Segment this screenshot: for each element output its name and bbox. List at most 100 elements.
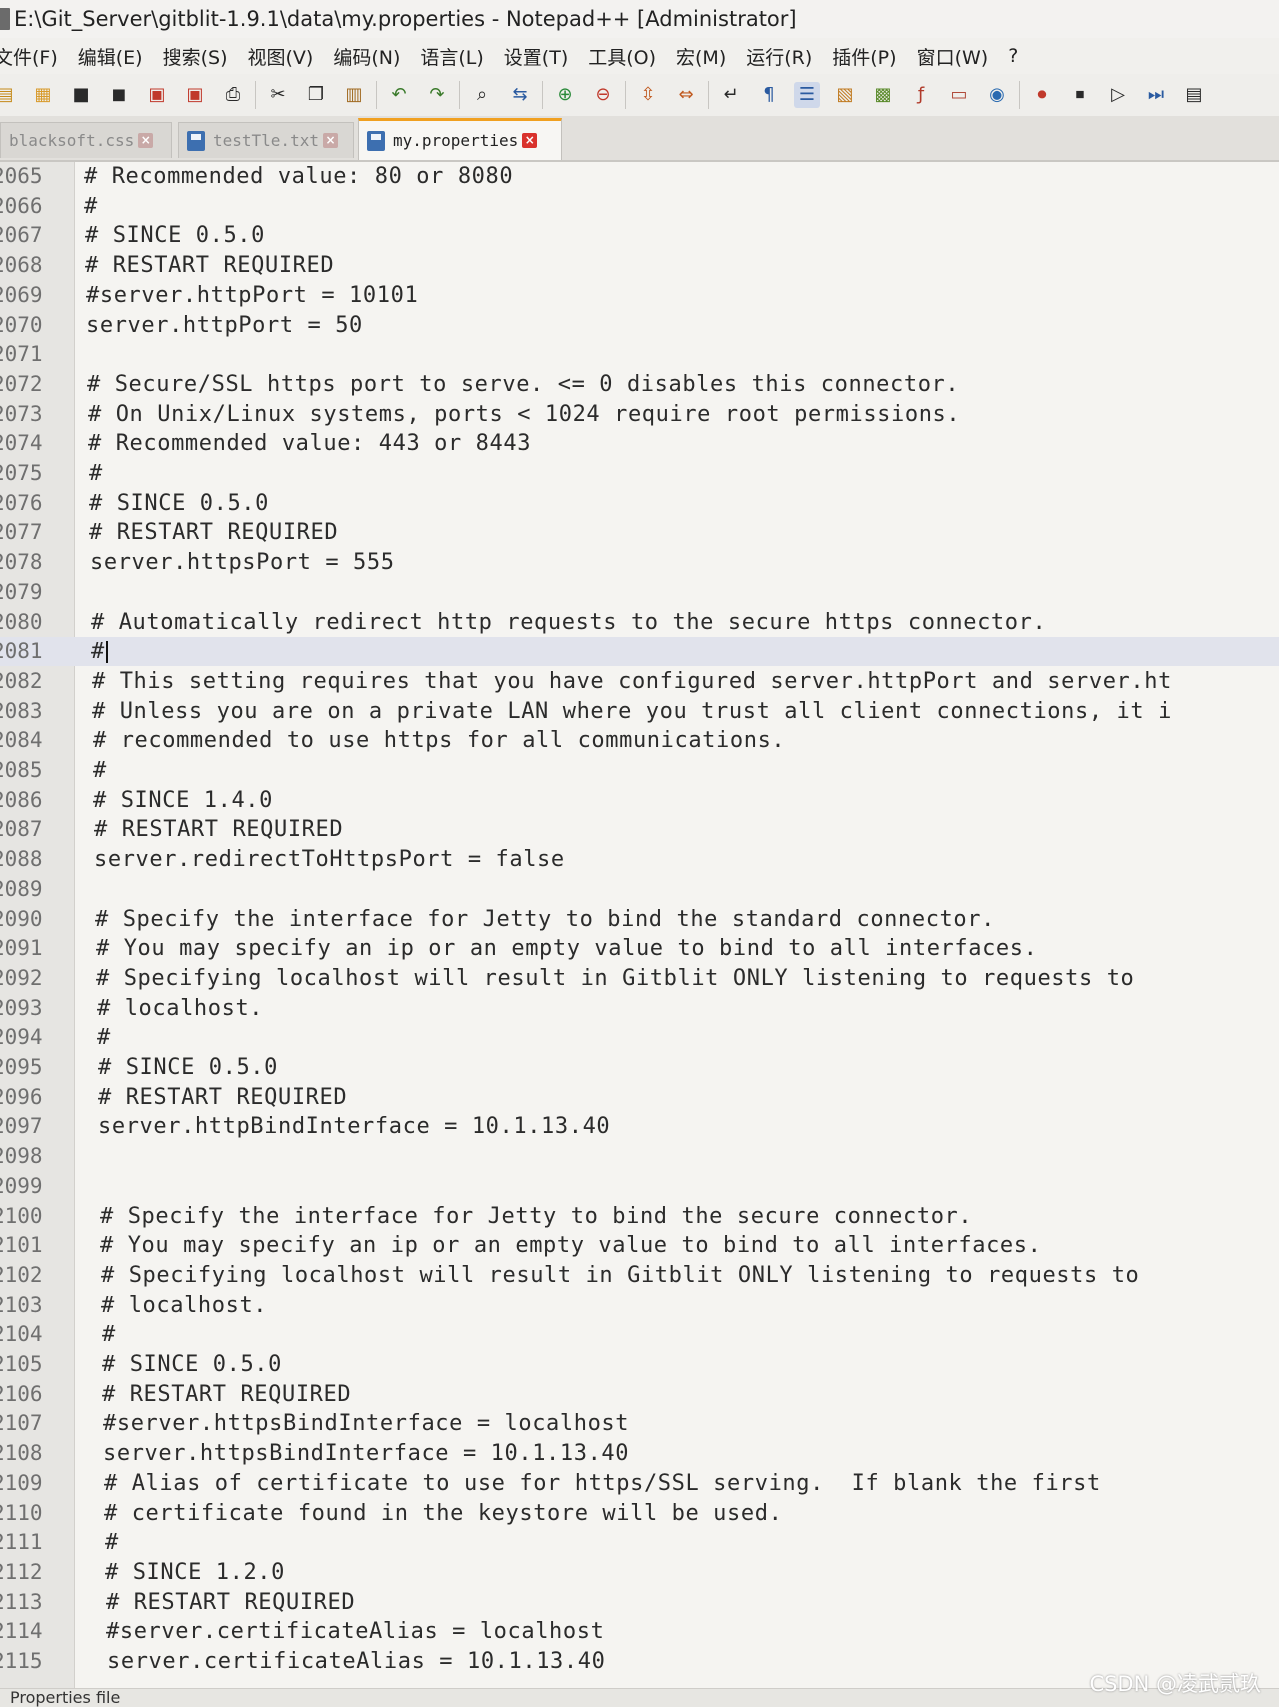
code-line[interactable]: 2096 # RESTART REQUIRED	[0, 1083, 1279, 1112]
text-editor[interactable]: 2065 # Recommended value: 80 or 8080 2066 #…	[0, 162, 1279, 1692]
code-line[interactable]: 2089	[0, 875, 1279, 904]
menu-settings[interactable]: 设置(T)	[504, 43, 568, 70]
code-line[interactable]: 2106 # RESTART REQUIRED	[0, 1380, 1279, 1409]
code-line[interactable]: 2072 # Secure/SSL https port to serve. <=…	[0, 370, 1279, 399]
stop-record-icon[interactable]: ⏺	[1029, 82, 1055, 108]
tab-close-icon[interactable]: ×	[522, 133, 538, 148]
code-line[interactable]: 2071	[0, 340, 1279, 369]
code-line[interactable]: 2100 # Specify the interface for Jetty to…	[0, 1202, 1279, 1231]
code-line[interactable]: 2092 # Specifying localhost will result i…	[0, 964, 1279, 993]
menu-encoding[interactable]: 编码(N)	[333, 43, 400, 70]
code-line[interactable]: 2087 # RESTART REQUIRED	[0, 815, 1279, 844]
code-line[interactable]: 2088 server.redirectToHttpsPort = false	[0, 845, 1279, 874]
save-icon[interactable]: ■	[68, 82, 94, 108]
menu-file[interactable]: 文件(F)	[0, 43, 58, 70]
document-map-icon[interactable]: ▧	[832, 82, 858, 108]
code-line[interactable]: 2105 # SINCE 0.5.0	[0, 1350, 1279, 1379]
menu-view[interactable]: 视图(V)	[248, 43, 314, 70]
open-file-icon[interactable]: ▦	[30, 82, 56, 108]
sync-vertical-icon[interactable]: ⇳	[635, 82, 661, 108]
code-line[interactable]: 2111 #	[0, 1528, 1279, 1557]
code-line[interactable]: 2082 # This setting requires that you hav…	[0, 667, 1279, 696]
menu-help[interactable]: ?	[1008, 45, 1018, 67]
play-macro-icon[interactable]: ⏹	[1067, 82, 1093, 108]
menu-run[interactable]: 运行(R)	[746, 43, 812, 70]
menu-tools[interactable]: 工具(O)	[588, 43, 656, 70]
code-line[interactable]: 2069 #server.httpPort = 10101	[0, 281, 1279, 310]
menu-window[interactable]: 窗口(W)	[917, 43, 989, 70]
close-all-icon[interactable]: ▣	[182, 82, 208, 108]
sync-horizontal-icon[interactable]: ⇔	[673, 82, 699, 108]
tab-blacksoft-css[interactable]: blacksoft.css ×	[0, 122, 172, 158]
code-line[interactable]: 2104 #	[0, 1320, 1279, 1349]
code-line[interactable]: 2074 # Recommended value: 443 or 8443	[0, 429, 1279, 458]
code-line[interactable]: 2095 # SINCE 0.5.0	[0, 1053, 1279, 1082]
code-line[interactable]: 2081 #	[0, 637, 1279, 666]
code-line[interactable]: 2067 # SINCE 0.5.0	[0, 221, 1279, 250]
code-line[interactable]: 2108 server.httpsBindInterface = 10.1.13.…	[0, 1439, 1279, 1468]
code-line[interactable]: 2079	[0, 578, 1279, 607]
copy-icon[interactable]: ❐	[303, 82, 329, 108]
function-list-icon[interactable]: ▩	[870, 82, 896, 108]
code-line[interactable]: 2073 # On Unix/Linux systems, ports < 102…	[0, 400, 1279, 429]
record-macro-icon[interactable]: ◉	[984, 82, 1010, 108]
cut-icon[interactable]: ✂	[265, 82, 291, 108]
code-line[interactable]: 2075 #	[0, 459, 1279, 488]
code-line[interactable]: 2109 # Alias of certificate to use for ht…	[0, 1469, 1279, 1498]
menu-edit[interactable]: 编辑(E)	[78, 43, 143, 70]
menu-macro[interactable]: 宏(M)	[676, 43, 726, 70]
print-icon[interactable]: ⎙	[220, 82, 246, 108]
code-line[interactable]: 2103 # localhost.	[0, 1291, 1279, 1320]
redo-icon[interactable]: ↷	[424, 82, 450, 108]
run-macro-multiple-icon[interactable]: ▷	[1105, 82, 1131, 108]
menu-language[interactable]: 语言(L)	[420, 43, 483, 70]
monitoring-icon[interactable]: ▭	[946, 82, 972, 108]
code-line[interactable]: 2085 #	[0, 756, 1279, 785]
tab-close-icon[interactable]: ×	[322, 133, 338, 148]
new-file-icon[interactable]: ▤	[0, 82, 18, 108]
code-line[interactable]: 2094 #	[0, 1023, 1279, 1052]
indent-guide-icon[interactable]: ☰	[794, 82, 820, 108]
tab-my-properties[interactable]: my.properties ×	[358, 118, 562, 160]
save-all-icon[interactable]: ◼	[106, 82, 132, 108]
code-line[interactable]: 2083 # Unless you are on a private LAN wh…	[0, 697, 1279, 726]
code-line[interactable]: 2110 # certificate found in the keystore …	[0, 1499, 1279, 1528]
code-line[interactable]: 2065 # Recommended value: 80 or 8080	[0, 162, 1279, 191]
code-line[interactable]: 2070 server.httpPort = 50	[0, 311, 1279, 340]
code-line[interactable]: 2113 # RESTART REQUIRED	[0, 1588, 1279, 1617]
code-line[interactable]: 2098	[0, 1142, 1279, 1171]
code-line[interactable]: 2093 # localhost.	[0, 994, 1279, 1023]
code-line[interactable]: 2101 # You may specify an ip or an empty …	[0, 1231, 1279, 1260]
code-line[interactable]: 2084 # recommended to use https for all c…	[0, 726, 1279, 755]
save-macro-icon[interactable]: ⏭	[1143, 82, 1169, 108]
paste-icon[interactable]: ▥	[341, 82, 367, 108]
code-line[interactable]: 2114 #server.certificateAlias = localhost	[0, 1617, 1279, 1646]
code-line[interactable]: 2107 #server.httpsBindInterface = localho…	[0, 1409, 1279, 1438]
show-all-chars-icon[interactable]: ¶	[756, 82, 782, 108]
tab-testtle-txt[interactable]: testTle.txt ×	[178, 122, 354, 158]
code-line[interactable]: 2112 # SINCE 1.2.0	[0, 1558, 1279, 1587]
close-icon[interactable]: ▣	[144, 82, 170, 108]
code-line[interactable]: 2068 # RESTART REQUIRED	[0, 251, 1279, 280]
trailing-toolbar-icon[interactable]: ▤	[1181, 82, 1207, 108]
code-line[interactable]: 2115 server.certificateAlias = 10.1.13.40	[0, 1647, 1279, 1676]
menu-search[interactable]: 搜索(S)	[163, 43, 228, 70]
undo-icon[interactable]: ↶	[386, 82, 412, 108]
code-line[interactable]: 2102 # Specifying localhost will result i…	[0, 1261, 1279, 1290]
tab-close-icon[interactable]: ×	[138, 133, 154, 148]
folder-workspace-icon[interactable]: ƒ	[908, 82, 934, 108]
zoom-in-icon[interactable]: ⊕	[552, 82, 578, 108]
code-line[interactable]: 2091 # You may specify an ip or an empty …	[0, 934, 1279, 963]
zoom-out-icon[interactable]: ⊖	[590, 82, 616, 108]
code-line[interactable]: 2090 # Specify the interface for Jetty to…	[0, 905, 1279, 934]
code-line[interactable]: 2099	[0, 1172, 1279, 1201]
code-line[interactable]: 2097 server.httpBindInterface = 10.1.13.4…	[0, 1112, 1279, 1141]
find-icon[interactable]: ⌕	[469, 82, 495, 108]
replace-icon[interactable]: ⇆	[507, 82, 533, 108]
code-line[interactable]: 2066 #	[0, 192, 1279, 221]
menu-plugins[interactable]: 插件(P)	[832, 43, 896, 70]
code-line[interactable]: 2078 server.httpsPort = 555	[0, 548, 1279, 577]
code-line[interactable]: 2086 # SINCE 1.4.0	[0, 786, 1279, 815]
word-wrap-icon[interactable]: ↵	[718, 82, 744, 108]
code-line[interactable]: 2080 # Automatically redirect http reques…	[0, 608, 1279, 637]
